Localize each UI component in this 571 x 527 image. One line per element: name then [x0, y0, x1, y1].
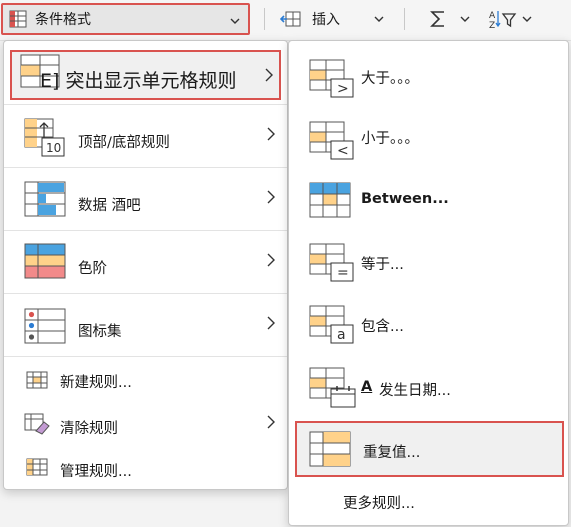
date-occurring-item[interactable]: A 发生日期... — [289, 357, 568, 419]
duplicate-values-label: 重复值... — [363, 445, 421, 461]
conditional-formatting-label: 条件格式 — [35, 12, 91, 28]
greater-than-label: 大于。。。 — [361, 71, 419, 87]
ribbon-separator — [404, 8, 405, 30]
chevron-right-icon — [265, 68, 273, 82]
greater-than-icon: > — [309, 59, 354, 98]
chevron-right-icon — [267, 190, 275, 204]
color-scales-label: 色阶 — [78, 261, 107, 277]
icon-sets-item[interactable]: 图标集 — [4, 294, 287, 356]
top-bottom-rules-item[interactable]: 10 顶部/底部规则 — [4, 105, 287, 167]
gt-glyph: > — [337, 81, 349, 97]
chevron-down-icon — [460, 16, 470, 22]
autosum-button[interactable] — [428, 3, 476, 35]
less-than-icon: < — [309, 121, 354, 160]
equal-to-label: 等于... — [361, 257, 404, 273]
svg-text:A: A — [489, 11, 496, 21]
between-label: Between... — [361, 191, 449, 207]
ribbon-separator — [264, 8, 265, 30]
text-contains-icon: a — [309, 305, 354, 344]
top-bottom-rules-label: 顶部/底部规则 — [78, 135, 170, 151]
manage-rules-label: 管理规则... — [60, 464, 132, 480]
chevron-down-icon — [374, 16, 384, 22]
greater-than-item[interactable]: > 大于。。。 — [289, 49, 568, 105]
chevron-right-icon — [267, 127, 275, 141]
date-prefix-label: A — [361, 379, 373, 395]
data-bars-icon — [24, 181, 66, 217]
equal-to-icon: = — [309, 243, 354, 282]
text-contains-item[interactable]: a 包含... — [289, 295, 568, 355]
sort-filter-icon: A Z — [489, 11, 517, 30]
sort-filter-button[interactable]: A Z — [488, 3, 538, 35]
svg-text:Z: Z — [489, 21, 495, 30]
icon-sets-label: 图标集 — [78, 324, 122, 340]
highlight-cells-rules-label: E] 突出显示单元格规则 — [40, 70, 237, 92]
chevron-down-icon — [522, 16, 532, 22]
highlight-cells-submenu: > 大于。。。 < 小于。。。 Between... = 等于... a 包含.… — [288, 40, 569, 526]
equal-to-item[interactable]: = 等于... — [289, 233, 568, 293]
lt-glyph: < — [337, 143, 349, 159]
conditional-formatting-button[interactable]: 条件格式 — [1, 3, 250, 35]
insert-cells-icon — [280, 11, 301, 27]
highlight-cells-rules-item[interactable]: E] 突出显示单元格规则 — [10, 50, 281, 100]
more-rules-item[interactable]: 更多规则... — [289, 481, 568, 521]
chevron-right-icon — [267, 415, 275, 429]
duplicate-values-item[interactable]: 重复值... — [295, 421, 564, 477]
between-icon — [309, 182, 351, 218]
insert-button[interactable]: 插入 — [280, 3, 390, 35]
duplicate-values-icon — [309, 431, 351, 467]
top-bottom-icon: 10 — [24, 118, 65, 157]
chevron-right-icon — [267, 253, 275, 267]
date-occurring-label: 发生日期... — [379, 383, 451, 399]
clear-rules-label: 清除规则 — [60, 421, 118, 437]
data-bars-label: 数据 酒吧 — [78, 198, 141, 214]
text-contains-label: 包含... — [361, 319, 404, 335]
new-rule-icon — [26, 371, 48, 389]
eq-glyph: = — [337, 265, 349, 281]
less-than-label: 小于。。。 — [361, 131, 419, 147]
chevron-right-icon — [267, 316, 275, 330]
new-rule-label: 新建规则... — [60, 375, 132, 391]
menu-separator — [4, 356, 287, 357]
color-scales-icon — [24, 243, 66, 279]
chevron-down-icon — [230, 18, 240, 24]
eraser-icon — [24, 413, 50, 435]
sigma-icon — [430, 11, 444, 27]
conditional-formatting-menu: E] 突出显示单元格规则 10 顶部/底部规则 数据 酒吧 色阶 图标集 新建规… — [3, 40, 288, 490]
a-glyph: a — [337, 327, 346, 343]
data-bars-item[interactable]: 数据 酒吧 — [4, 168, 287, 230]
new-rule-item[interactable]: 新建规则... — [4, 359, 287, 401]
between-item[interactable]: Between... — [289, 169, 568, 231]
conditional-formatting-icon — [9, 10, 27, 28]
color-scales-item[interactable]: 色阶 — [4, 231, 287, 293]
more-rules-label: 更多规则... — [343, 496, 415, 512]
manage-rules-icon — [26, 458, 48, 476]
calendar-icon — [309, 367, 356, 408]
clear-rules-item[interactable]: 清除规则 — [4, 403, 287, 445]
ribbon: 条件格式 插入 A Z — [0, 0, 571, 41]
manage-rules-item[interactable]: 管理规则... — [4, 447, 287, 489]
insert-label: 插入 — [312, 12, 340, 28]
less-than-item[interactable]: < 小于。。。 — [289, 107, 568, 165]
icon-sets-icon — [24, 308, 66, 344]
ten-glyph: 10 — [46, 141, 61, 155]
